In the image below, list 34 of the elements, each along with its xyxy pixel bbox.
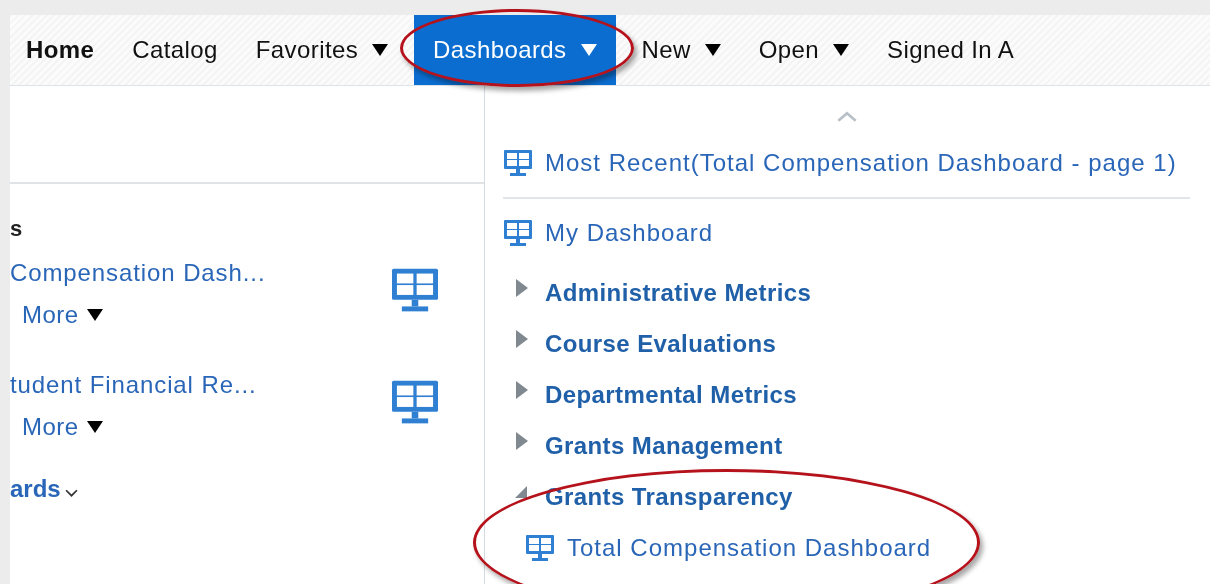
- dashboard-icon: [390, 379, 440, 425]
- menu-item[interactable]: Total Compensation Dashboard: [503, 530, 932, 566]
- section-heading: s: [10, 216, 24, 242]
- dashboard-icon: [503, 219, 533, 247]
- nav-tab[interactable]: Home: [14, 15, 107, 85]
- nav-tab[interactable]: New: [629, 15, 733, 85]
- nav-tab[interactable]: Signed In A: [875, 15, 1027, 85]
- caret-icon: [86, 421, 103, 433]
- dashboards-link[interactable]: ards: [10, 475, 78, 503]
- nav-tab[interactable]: Open: [746, 15, 862, 85]
- dashboard-link[interactable]: tudent Financial Re...: [10, 371, 257, 399]
- nav-tab[interactable]: Favorites: [243, 15, 401, 85]
- menu-item[interactable]: Most Recent(Total Compensation Dashboard - page 1): [503, 145, 1177, 181]
- dashboard-link[interactable]: Compensation Dash...: [10, 259, 266, 287]
- folder-item[interactable]: Departmental Metrics: [503, 369, 798, 420]
- nav-tab[interactable]: Catalog: [120, 15, 230, 85]
- expander-icon: [515, 431, 529, 450]
- nav-tab[interactable]: Dashboards: [414, 15, 616, 85]
- dashboard-icon: [525, 534, 555, 562]
- folder-item[interactable]: Grants Transparency: [503, 471, 793, 522]
- expander-icon: [515, 380, 529, 399]
- caret-icon: [86, 309, 103, 321]
- folder-item[interactable]: Course Evaluations: [503, 318, 777, 369]
- folder-item[interactable]: Grants Management: [503, 420, 783, 471]
- scroll-up-icon[interactable]: [835, 110, 858, 123]
- chevron-down-icon: [64, 488, 78, 498]
- expander-icon: [515, 329, 529, 348]
- expander-icon: [515, 278, 529, 297]
- dashboard-icon: [390, 267, 440, 313]
- more-button[interactable]: More: [22, 413, 103, 441]
- dashboard-icon: [503, 149, 533, 177]
- more-button[interactable]: More: [22, 301, 103, 329]
- menu-item[interactable]: My Dashboard: [503, 215, 714, 251]
- folder-item[interactable]: Administrative Metrics: [503, 267, 812, 318]
